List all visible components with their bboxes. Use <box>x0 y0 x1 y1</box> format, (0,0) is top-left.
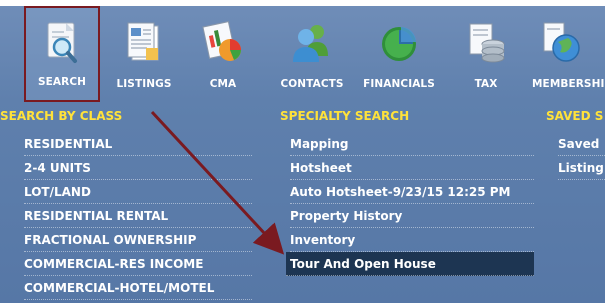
listings-document-icon <box>122 20 166 66</box>
class-item-residential[interactable]: RESIDENTIAL <box>24 132 252 156</box>
toolbar-contacts-button[interactable]: CONTACTS <box>272 6 352 102</box>
toolbar-contacts-label: CONTACTS <box>280 78 344 90</box>
cma-chart-icon <box>201 20 245 66</box>
specialty-item-property-history[interactable]: Property History <box>290 204 534 228</box>
saved-search-heading: SAVED S <box>546 109 604 123</box>
saved-item-saved[interactable]: Saved <box>558 132 605 156</box>
saved-item-listing[interactable]: Listing <box>558 156 605 180</box>
toolbar-cma-button[interactable]: CMA <box>190 6 256 102</box>
toolbar-tax-label: TAX <box>474 78 498 90</box>
main-toolbar: SEARCH LISTINGS CMA CONTACTS FINANCIALS … <box>0 6 605 102</box>
toolbar-membership-button[interactable]: MEMBERSHI <box>530 6 605 102</box>
class-item-lot-land[interactable]: LOT/LAND <box>24 180 252 204</box>
app-frame: SEARCH LISTINGS CMA CONTACTS FINANCIALS … <box>0 0 605 303</box>
membership-globe-icon <box>540 20 584 66</box>
toolbar-search-label: SEARCH <box>37 76 87 88</box>
financials-pie-icon <box>377 20 421 66</box>
tax-database-icon <box>464 20 508 66</box>
toolbar-financials-label: FINANCIALS <box>363 78 435 90</box>
specialty-item-inventory[interactable]: Inventory <box>290 228 534 252</box>
toolbar-listings-label: LISTINGS <box>116 78 172 90</box>
toolbar-membership-label: MEMBERSHI <box>532 78 605 90</box>
toolbar-search-button[interactable]: SEARCH <box>24 6 100 102</box>
contacts-people-icon <box>290 20 334 66</box>
specialty-item-mapping[interactable]: Mapping <box>290 132 534 156</box>
saved-search-list: Saved Listing <box>558 132 605 180</box>
toolbar-cma-label: CMA <box>209 78 237 90</box>
class-item-commercial-res-income[interactable]: COMMERCIAL-RES INCOME <box>24 252 252 276</box>
search-by-class-heading: SEARCH BY CLASS <box>0 109 123 123</box>
specialty-search-heading: SPECIALTY SEARCH <box>280 109 410 123</box>
specialty-item-hotsheet[interactable]: Hotsheet <box>290 156 534 180</box>
class-item-2-4-units[interactable]: 2-4 UNITS <box>24 156 252 180</box>
specialty-search-list: Mapping Hotsheet Auto Hotsheet-9/23/15 1… <box>286 132 534 276</box>
class-item-fractional-ownership[interactable]: FRACTIONAL OWNERSHIP <box>24 228 252 252</box>
toolbar-financials-button[interactable]: FINANCIALS <box>355 6 443 102</box>
specialty-item-auto-hotsheet[interactable]: Auto Hotsheet-9/23/15 12:25 PM <box>290 180 534 204</box>
class-item-commercial-hotel-motel[interactable]: COMMERCIAL-HOTEL/MOTEL <box>24 276 252 300</box>
search-by-class-list: RESIDENTIAL 2-4 UNITS LOT/LAND RESIDENTI… <box>24 132 252 300</box>
toolbar-tax-button[interactable]: TAX <box>458 6 514 102</box>
specialty-item-tour-open-house[interactable]: Tour And Open House <box>286 252 534 276</box>
search-document-icon <box>40 20 84 66</box>
class-item-residential-rental[interactable]: RESIDENTIAL RENTAL <box>24 204 252 228</box>
toolbar-listings-button[interactable]: LISTINGS <box>110 6 178 102</box>
